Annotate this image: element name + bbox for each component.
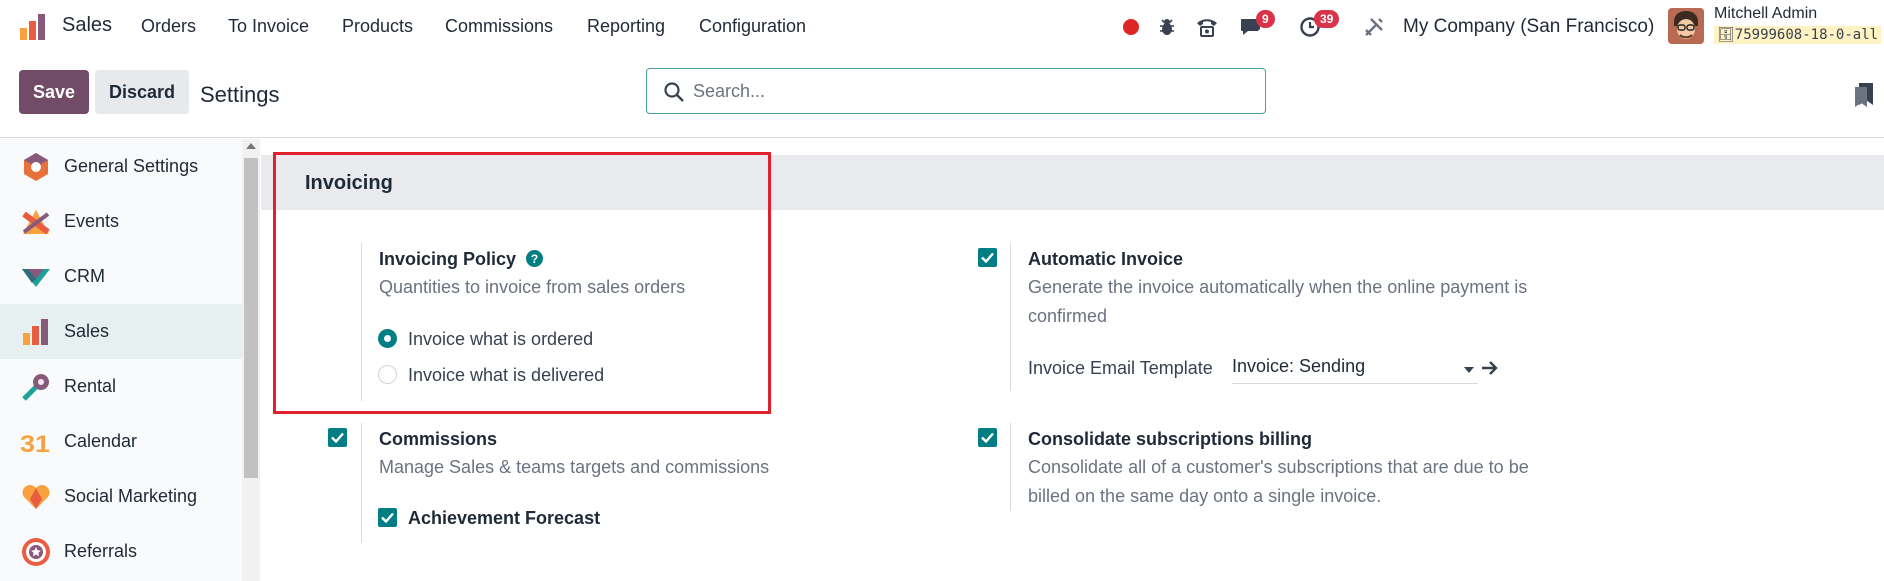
check-icon <box>381 512 394 523</box>
sidebar-item-crm[interactable]: CRM <box>0 249 242 304</box>
control-panel: Save Discard Settings <box>0 54 1884 138</box>
sidebar-scrollbar-thumb[interactable] <box>244 158 258 478</box>
calendar-icon: 31 <box>20 431 50 458</box>
sidebar-item-rental[interactable]: Rental <box>0 359 242 414</box>
radio-invoice-ordered[interactable] <box>378 329 397 348</box>
sidebar-item-general-settings[interactable]: General Settings <box>0 139 242 194</box>
menu-orders[interactable]: Orders <box>141 16 196 37</box>
database-name: 75999608-18-0-all <box>1734 27 1879 43</box>
consolidate-billing-title: Consolidate subscriptions billing <box>1028 429 1313 449</box>
sidebar-item-label: Calendar <box>64 431 138 451</box>
sales-icon <box>23 318 48 345</box>
sidebar-item-label: Rental <box>64 376 117 396</box>
menu-products[interactable]: Products <box>342 16 413 37</box>
search-input[interactable] <box>693 77 1253 105</box>
automatic-invoice-title: Automatic Invoice <box>1028 249 1184 269</box>
menu-configuration[interactable]: Configuration <box>699 16 806 37</box>
sidebar-item-label: Social Marketing <box>64 486 198 506</box>
sidebar-item-label: Referrals <box>64 541 138 561</box>
check-icon <box>331 432 344 443</box>
sidebar-item-sales[interactable]: Sales <box>0 304 242 359</box>
consolidate-billing-description-2: billed on the same day onto a single inv… <box>1028 486 1382 506</box>
messages-badge: 9 <box>1256 10 1275 28</box>
sidebar-item-social-marketing[interactable]: Social Marketing <box>0 469 242 524</box>
sales-app-icon[interactable] <box>18 12 48 42</box>
help-icon[interactable]: ? <box>526 250 543 267</box>
consolidate-billing-checkbox[interactable] <box>978 428 997 447</box>
automatic-invoice-description-2: confirmed <box>1028 306 1108 326</box>
consolidate-billing-description-1: Consolidate all of a customer's subscrip… <box>1028 457 1529 477</box>
automatic-invoice-checkbox[interactable] <box>978 248 997 267</box>
invoice-email-template-value: Invoice: Sending <box>1232 356 1366 376</box>
divider <box>361 423 362 543</box>
discard-button[interactable]: Discard <box>95 70 189 114</box>
sidebar-item-label: CRM <box>64 266 105 286</box>
radio-invoice-delivered[interactable] <box>378 365 397 384</box>
invoice-email-template-select[interactable]: Invoice: Sending <box>1232 356 1478 384</box>
sidebar-item-referrals[interactable]: Referrals <box>0 524 242 579</box>
invoice-email-template-label: Invoice Email Template <box>1028 358 1213 378</box>
internal-link-arrow-icon[interactable] <box>1481 360 1499 376</box>
dropdown-caret-icon[interactable] <box>1464 366 1474 374</box>
crm-icon <box>22 268 50 287</box>
commissions-title: Commissions <box>379 429 498 449</box>
tools-icon[interactable] <box>1361 14 1387 40</box>
activities-badge: 39 <box>1314 10 1340 28</box>
general-settings-icon <box>24 152 48 181</box>
bug-icon[interactable] <box>1154 14 1180 40</box>
top-navbar: Sales Orders To Invoice Products Commiss… <box>0 0 1884 54</box>
menu-commissions[interactable]: Commissions <box>445 16 553 37</box>
section-title: Invoicing <box>305 172 393 194</box>
events-icon <box>22 209 50 234</box>
database-tag: 🗄︎75999608-18-0-all <box>1714 26 1882 44</box>
radio-label-delivered[interactable]: Invoice what is delivered <box>408 365 604 386</box>
sidebar-item-label: Events <box>64 211 120 231</box>
check-icon <box>981 432 994 443</box>
referrals-icon <box>22 537 50 566</box>
scroll-up-arrow-icon[interactable] <box>246 143 256 149</box>
achievement-forecast-label[interactable]: Achievement Forecast <box>408 508 600 529</box>
divider <box>361 243 362 401</box>
bookmarks-icon[interactable] <box>1853 82 1875 108</box>
user-name[interactable]: Mitchell Admin <box>1714 5 1817 23</box>
commissions-checkbox[interactable] <box>328 428 347 447</box>
commissions-description: Manage Sales & teams targets and commiss… <box>379 457 770 477</box>
invoicing-policy-title: Invoicing Policy <box>379 249 517 269</box>
sidebar-item-calendar[interactable]: 31 Calendar <box>0 414 242 469</box>
menu-to-invoice[interactable]: To Invoice <box>228 16 309 37</box>
achievement-forecast-checkbox[interactable] <box>378 508 397 527</box>
check-icon <box>981 252 994 263</box>
breadcrumb: Settings <box>200 82 280 107</box>
settings-sidebar: General Settings Events CRM Sales Rental… <box>0 139 242 581</box>
rental-icon <box>22 373 49 401</box>
invoicing-section-header <box>261 155 1884 210</box>
divider <box>1010 423 1011 511</box>
calendar-icon-text: 31 <box>20 431 50 458</box>
record-icon[interactable] <box>1118 14 1144 40</box>
save-button[interactable]: Save <box>19 70 89 114</box>
company-switcher[interactable]: My Company (San Francisco) <box>1403 16 1654 38</box>
sidebar-item-label: Sales <box>64 321 110 341</box>
radio-label-ordered[interactable]: Invoice what is ordered <box>408 329 593 350</box>
sidebar-item-events[interactable]: Events <box>0 194 242 249</box>
phone-icon[interactable] <box>1194 14 1220 40</box>
automatic-invoice-description-1: Generate the invoice automatically when … <box>1028 277 1528 297</box>
search-bar[interactable] <box>646 68 1266 114</box>
menu-reporting[interactable]: Reporting <box>587 16 665 37</box>
app-name[interactable]: Sales <box>62 14 112 37</box>
divider <box>1010 243 1011 391</box>
user-avatar[interactable] <box>1668 8 1704 44</box>
sidebar-item-label: General Settings <box>64 156 199 176</box>
invoicing-policy-description: Quantities to invoice from sales orders <box>379 277 686 297</box>
search-icon <box>664 82 684 102</box>
social-marketing-icon <box>22 484 50 509</box>
